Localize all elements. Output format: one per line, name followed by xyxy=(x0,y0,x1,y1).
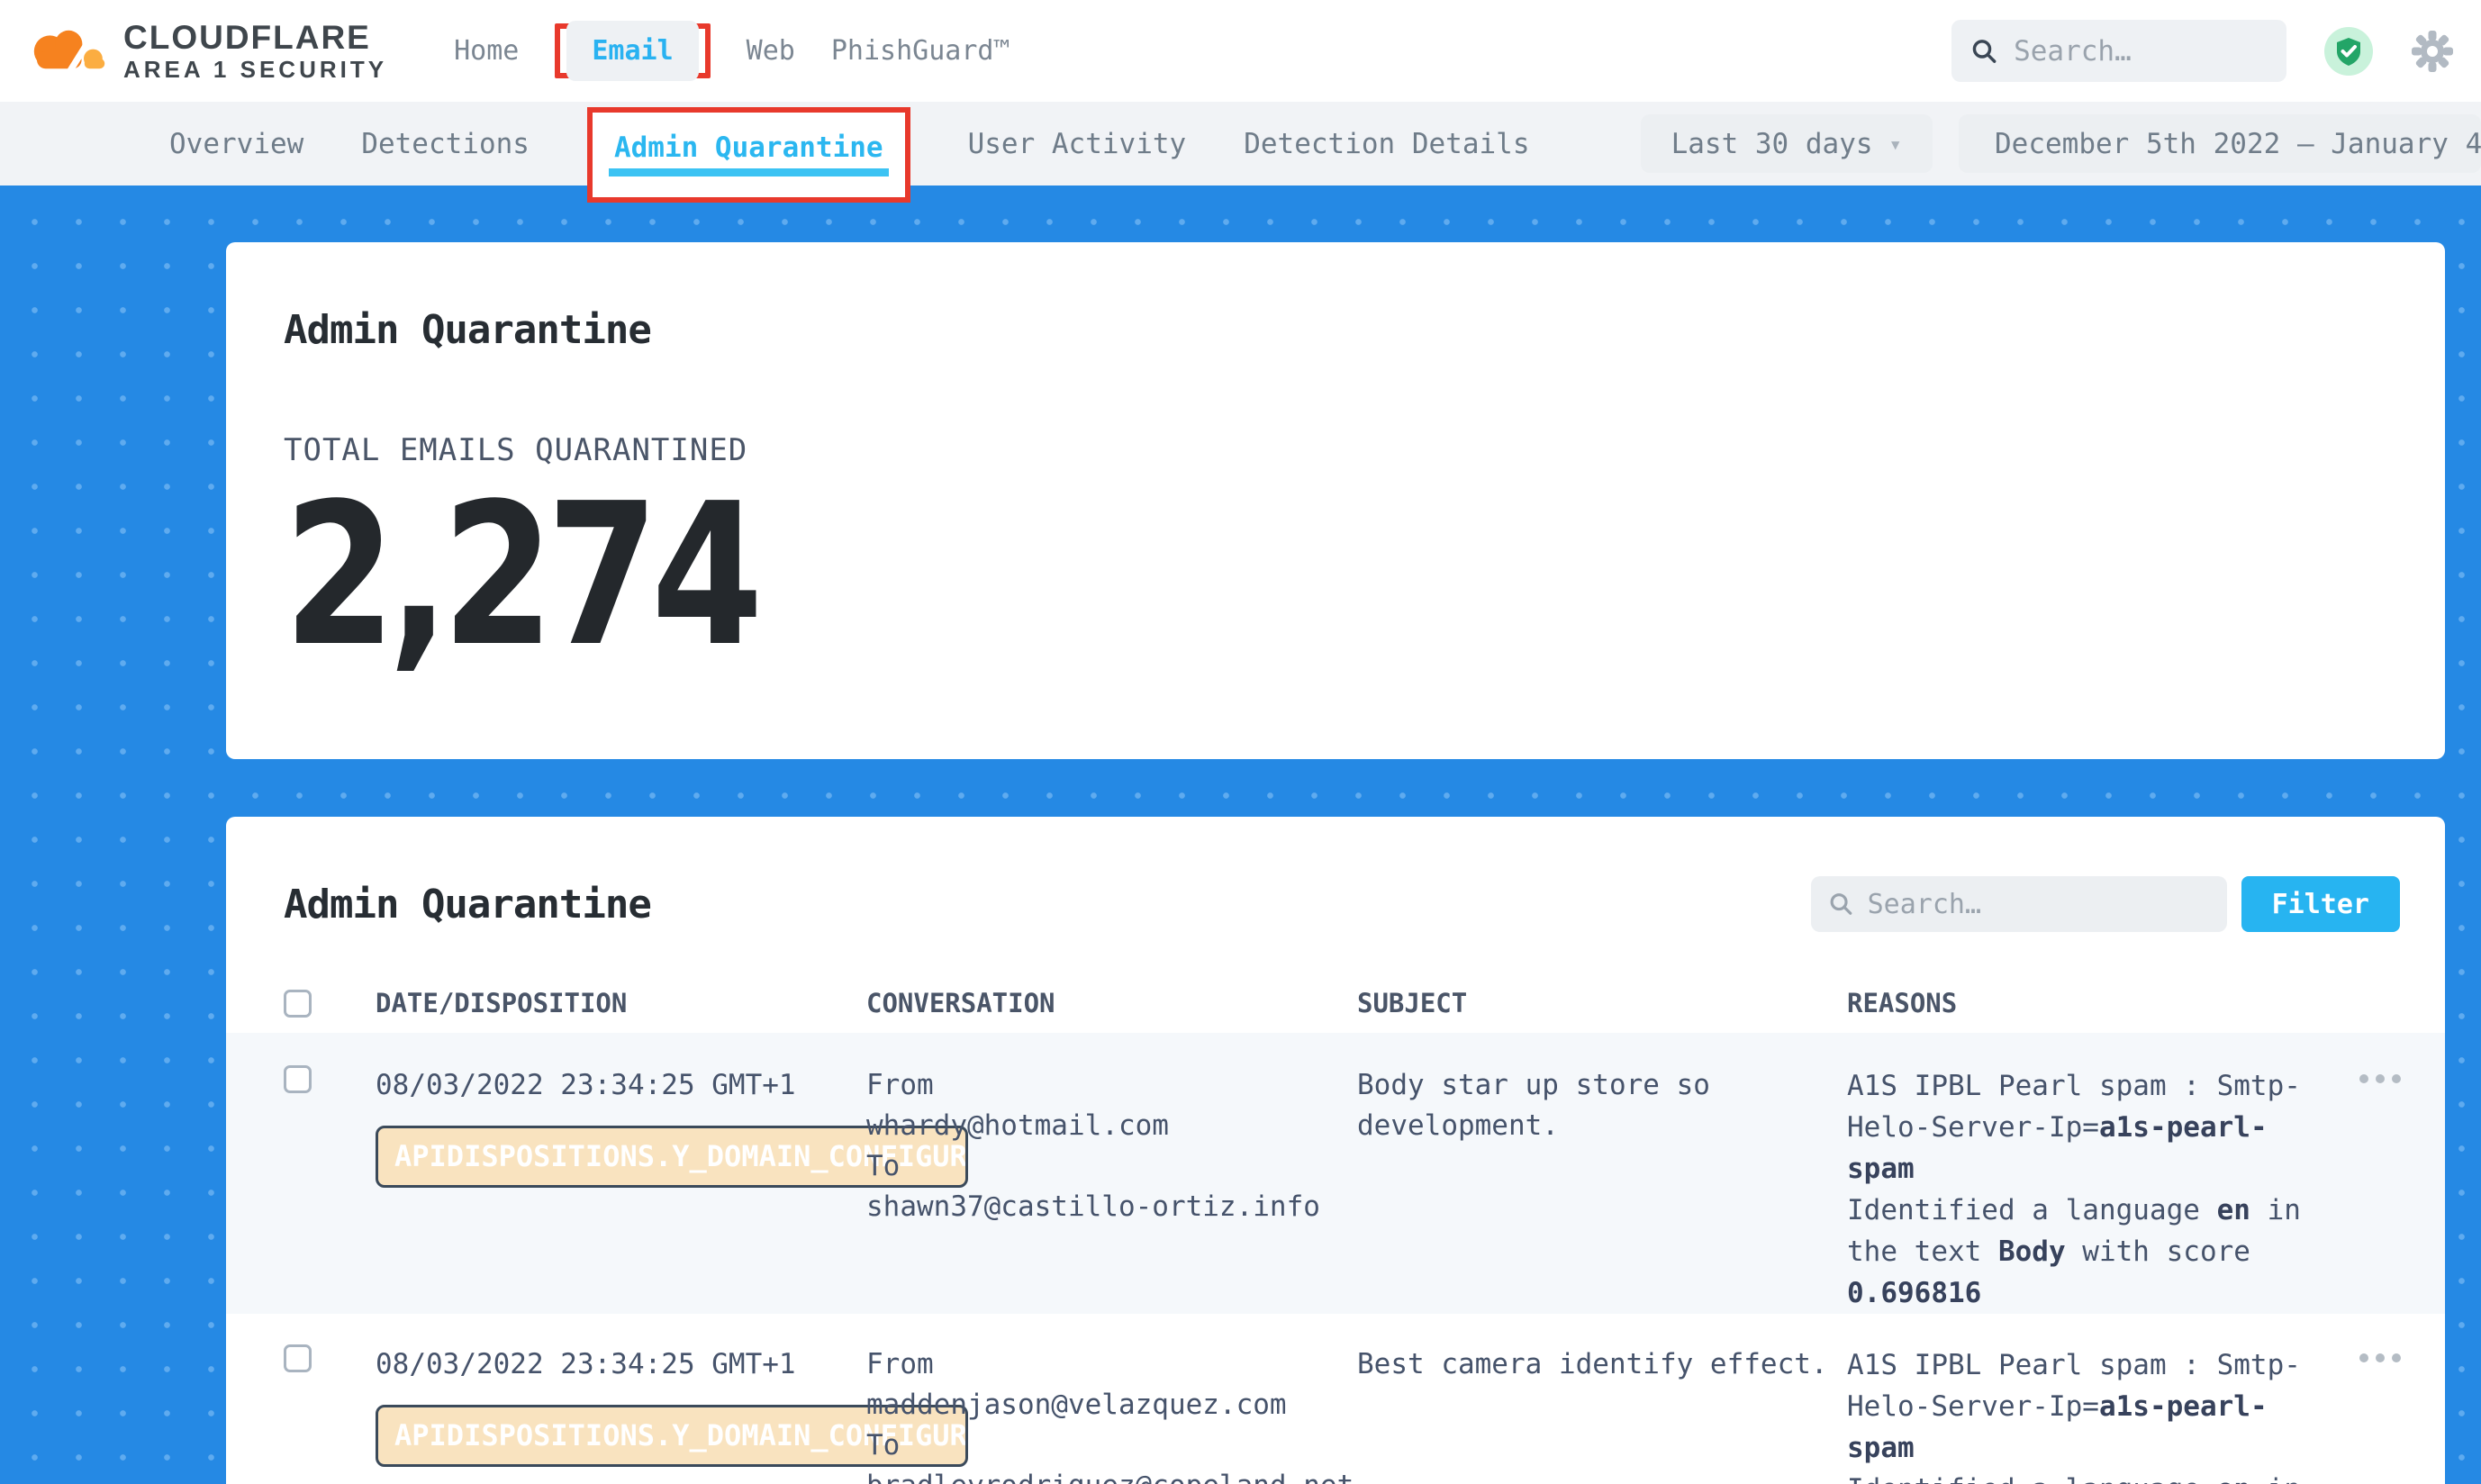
table-row: 08/03/2022 23:34:25 GMT+1 APIDISPOSITION… xyxy=(226,1033,2445,1314)
conversation-cell: From whardy@hotmail.com To shawn37@casti… xyxy=(866,1065,1357,1314)
summary-card: Admin Quarantine TOTAL EMAILS QUARANTINE… xyxy=(226,242,2445,759)
subject-cell[interactable]: Body star up store so development. xyxy=(1357,1065,1847,1314)
brand-subtitle: AREA 1 SECURITY xyxy=(123,56,387,83)
cloudflare-logo: CLOUDFLARE AREA 1 SECURITY xyxy=(23,20,387,83)
tab-detections[interactable]: Detections xyxy=(361,128,530,160)
tab-detection-details[interactable]: Detection Details xyxy=(1244,128,1529,160)
annotation-admin-quarantine-highlight: Admin Quarantine xyxy=(587,107,910,203)
to-label: To xyxy=(866,1425,1357,1466)
more-actions-button[interactable] xyxy=(2315,1344,2445,1362)
table-column-headers: DATE/DISPOSITION CONVERSATION SUBJECT RE… xyxy=(226,973,2445,1033)
global-search[interactable] xyxy=(1951,20,2286,82)
shield-check-icon xyxy=(2333,36,2364,67)
table-search-input[interactable] xyxy=(1868,889,2209,920)
nav-web[interactable]: Web xyxy=(747,35,795,67)
email-section-tabs: Overview Detections Admin Quarantine Use… xyxy=(0,102,2481,186)
chevron-down-icon: ▾ xyxy=(1889,131,1902,157)
to-label: To xyxy=(866,1146,1357,1187)
conversation-cell: From maddenjason@velazquez.com To bradle… xyxy=(866,1344,1357,1484)
reasons-cell: A1S IPBL Pearl spam : Smtp-Helo-Server-I… xyxy=(1847,1344,2315,1484)
col-date-disposition: DATE/DISPOSITION xyxy=(376,988,866,1018)
search-icon xyxy=(1829,891,1853,918)
summary-card-title: Admin Quarantine xyxy=(284,307,2445,353)
search-icon xyxy=(1971,36,1997,67)
date-disposition-cell: 08/03/2022 23:34:25 GMT+1 APIDISPOSITION… xyxy=(376,1344,866,1484)
row-date: 08/03/2022 23:34:25 GMT+1 xyxy=(376,1065,866,1106)
date-range-value[interactable]: December 5th 2022 — January 4th 2023 xyxy=(1959,114,2481,173)
date-range-dropdown[interactable]: Last 30 days ▾ xyxy=(1641,114,1933,173)
table-card-title: Admin Quarantine xyxy=(284,882,651,928)
tab-user-activity[interactable]: User Activity xyxy=(968,128,1187,160)
date-range-dropdown-label: Last 30 days xyxy=(1671,128,1873,160)
reasons-cell: A1S IPBL Pearl spam : Smtp-Helo-Server-I… xyxy=(1847,1065,2315,1314)
table-row: 08/03/2022 23:34:25 GMT+1 APIDISPOSITION… xyxy=(226,1314,2445,1484)
col-subject: SUBJECT xyxy=(1357,988,1847,1018)
more-actions-button[interactable] xyxy=(2315,1065,2445,1083)
brand-text: CLOUDFLARE AREA 1 SECURITY xyxy=(123,20,387,83)
nav-phishguard[interactable]: PhishGuard™ xyxy=(831,35,1010,67)
filter-button[interactable]: Filter xyxy=(2241,876,2400,932)
nav-email[interactable]: Email xyxy=(566,21,698,81)
global-search-input[interactable] xyxy=(2014,35,2267,68)
select-all-checkbox[interactable] xyxy=(284,990,312,1018)
nav-home[interactable]: Home xyxy=(454,35,519,67)
date-controls: Last 30 days ▾ December 5th 2022 — Janua… xyxy=(1641,114,2481,173)
security-status-badge[interactable] xyxy=(2324,27,2373,76)
quarantine-table-card: Admin Quarantine Filter DATE/DISPOSITION… xyxy=(226,817,2445,1484)
gear-icon[interactable] xyxy=(2411,30,2454,73)
to-address[interactable]: shawn37@castillo-ortiz.info xyxy=(866,1187,1357,1227)
active-tab-underline xyxy=(609,168,889,176)
from-address[interactable]: maddenjason@velazquez.com xyxy=(866,1385,1357,1425)
table-search[interactable] xyxy=(1811,876,2227,932)
primary-nav: Home Email Web PhishGuard™ xyxy=(454,23,1010,78)
cloudflare-cloud-icon xyxy=(23,23,109,80)
brand-name: CLOUDFLARE xyxy=(123,20,387,56)
row-date: 08/03/2022 23:34:25 GMT+1 xyxy=(376,1344,866,1385)
from-label: From xyxy=(866,1065,1357,1106)
tab-admin-quarantine[interactable]: Admin Quarantine xyxy=(614,131,883,164)
date-disposition-cell: 08/03/2022 23:34:25 GMT+1 APIDISPOSITION… xyxy=(376,1065,866,1314)
col-conversation: CONVERSATION xyxy=(866,988,1357,1018)
row-checkbox[interactable] xyxy=(284,1065,312,1093)
date-range-text: December 5th 2022 — January 4th 2023 xyxy=(1995,128,2481,160)
tab-overview[interactable]: Overview xyxy=(169,128,303,160)
row-checkbox[interactable] xyxy=(284,1344,312,1372)
top-right-controls xyxy=(1951,20,2481,82)
top-bar: CLOUDFLARE AREA 1 SECURITY Home Email We… xyxy=(0,0,2481,102)
page-background: Admin Quarantine TOTAL EMAILS QUARANTINE… xyxy=(0,186,2481,1484)
table-header-bar: Admin Quarantine Filter xyxy=(226,876,2445,932)
col-reasons: REASONS xyxy=(1847,988,2315,1018)
subject-cell[interactable]: Best camera identify effect. xyxy=(1357,1344,1847,1484)
from-address[interactable]: whardy@hotmail.com xyxy=(866,1106,1357,1146)
metric-value: 2,274 xyxy=(284,474,2056,680)
annotation-email-highlight: Email xyxy=(555,23,710,78)
from-label: From xyxy=(866,1344,1357,1385)
to-address[interactable]: bradleyrodriguez@copeland.net xyxy=(866,1466,1357,1484)
